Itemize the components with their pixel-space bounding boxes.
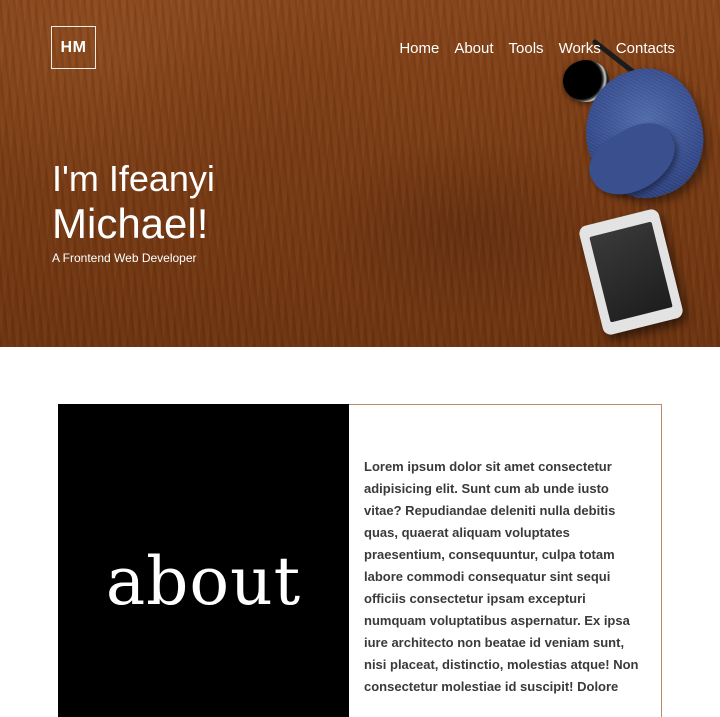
about-heading-panel: about — [58, 404, 349, 717]
hero-greeting: I'm Ifeanyi — [52, 158, 215, 199]
hero-subtitle: A Frontend Web Developer — [52, 251, 197, 265]
tablet-screen — [589, 221, 673, 323]
hero-text: I'm Ifeanyi Michael! A Frontend Web Deve… — [52, 158, 215, 265]
hero-name: Michael! — [52, 200, 209, 247]
logo-text: HM — [60, 38, 87, 56]
page: HM Home About Tools Works Contacts I'm I… — [0, 0, 720, 717]
logo[interactable]: HM — [51, 26, 96, 69]
nav-home[interactable]: Home — [399, 40, 439, 57]
about-text: Lorem ipsum dolor sit amet consectetur a… — [364, 459, 639, 694]
nav-tools[interactable]: Tools — [509, 40, 544, 57]
main-nav: Home About Tools Works Contacts — [399, 40, 675, 57]
tablet-icon — [577, 207, 685, 337]
hero-section: HM Home About Tools Works Contacts I'm I… — [0, 0, 720, 347]
nav-works[interactable]: Works — [559, 40, 601, 57]
about-section: about Lorem ipsum dolor sit amet consect… — [58, 404, 662, 717]
nav-about[interactable]: About — [454, 40, 493, 57]
about-heading: about — [105, 542, 302, 620]
nav-contacts[interactable]: Contacts — [616, 40, 675, 57]
